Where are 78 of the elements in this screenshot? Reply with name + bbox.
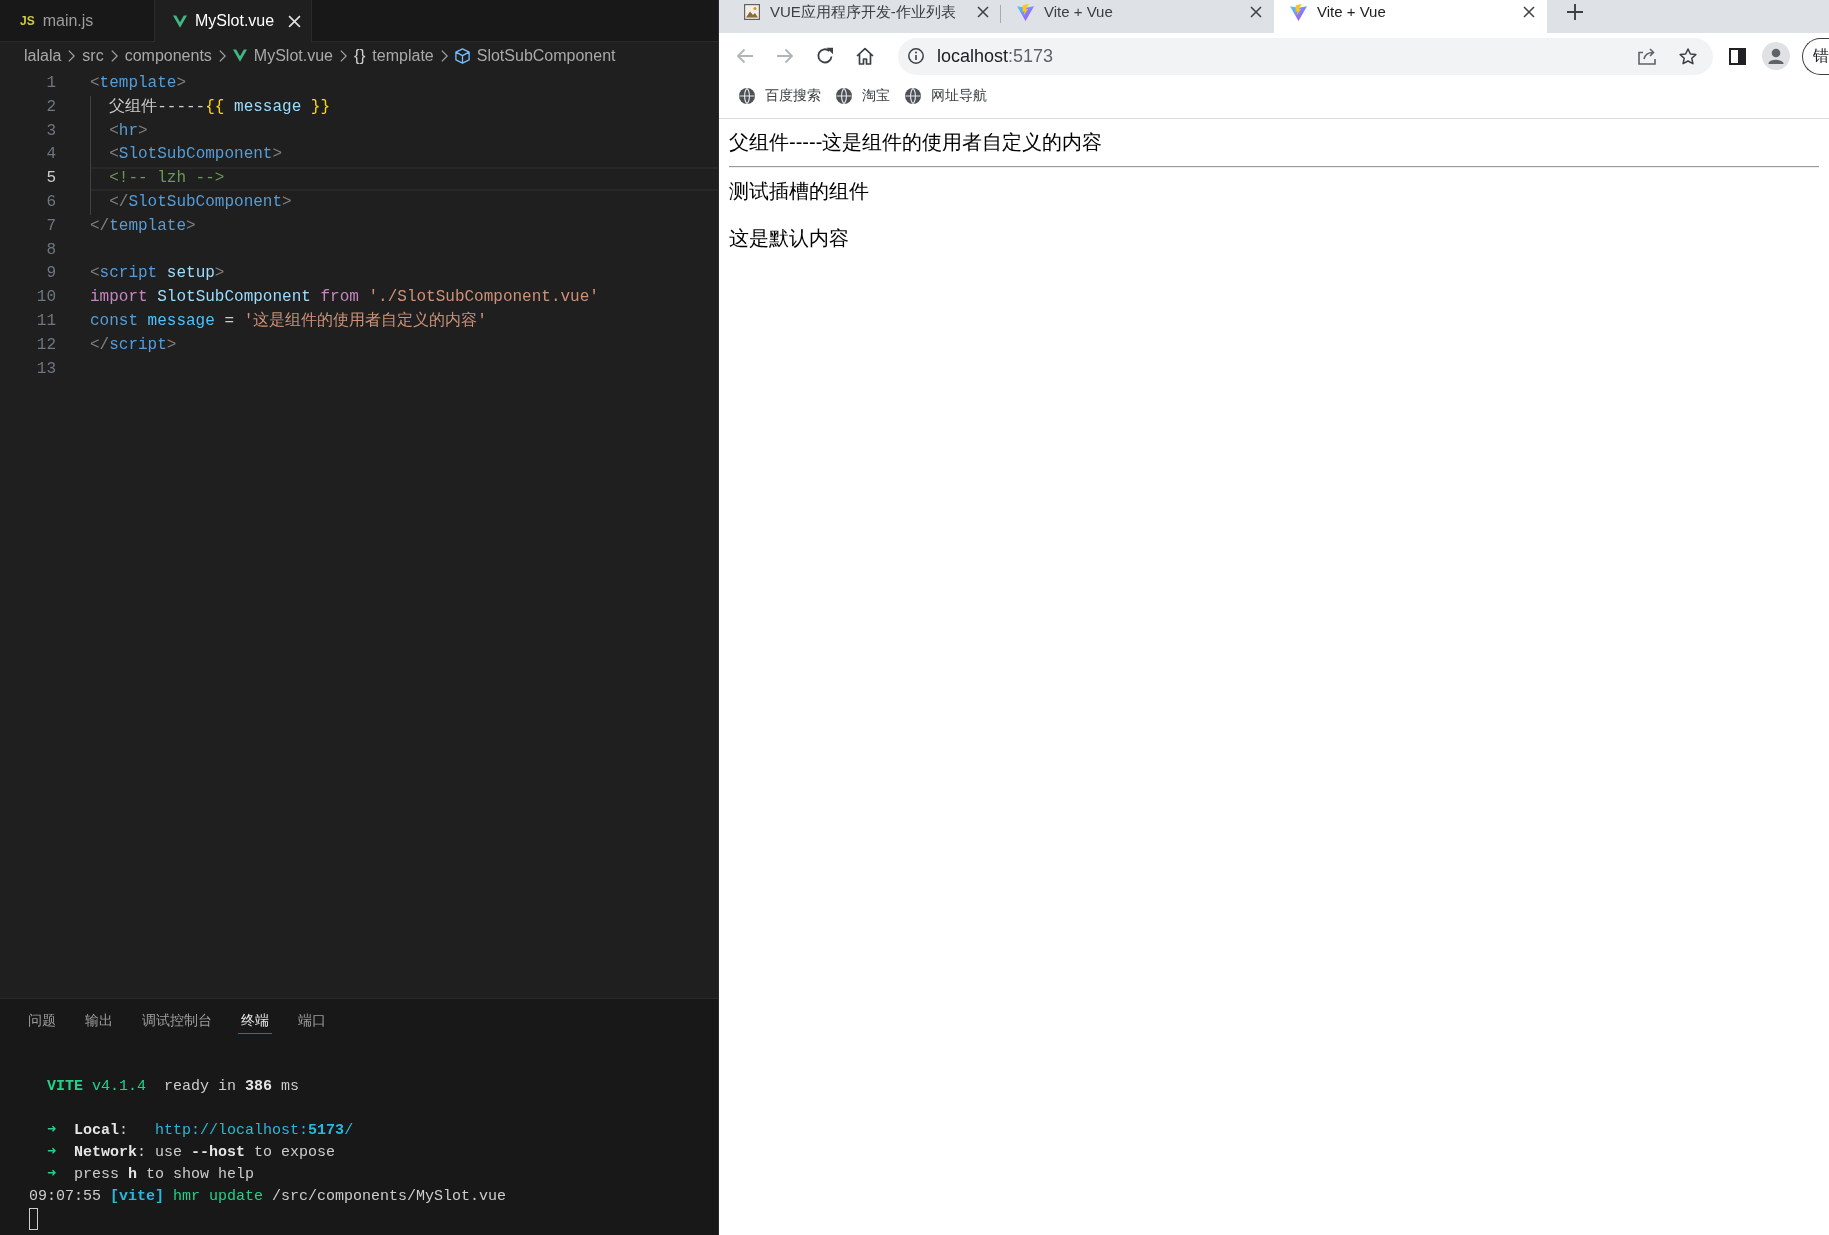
home-icon[interactable] <box>856 47 874 65</box>
address-bar[interactable]: localhost:5173 <box>898 37 1713 75</box>
breadcrumb-item[interactable]: components <box>124 43 212 68</box>
code-line: 父组件-----{{ message }} <box>90 95 331 120</box>
side-panel-icon[interactable] <box>1729 47 1746 65</box>
bookmark-item[interactable]: 网址导航 <box>905 85 987 106</box>
cube-icon <box>454 47 470 64</box>
browser-tab[interactable]: Vite + Vue <box>1274 0 1547 33</box>
close-icon[interactable] <box>977 6 989 18</box>
picture-icon <box>744 4 760 20</box>
bolt-logo-icon <box>1290 3 1307 21</box>
reload-icon[interactable] <box>816 47 834 65</box>
line-number: 5 <box>45 168 56 190</box>
bolt-logo-icon <box>1017 3 1034 21</box>
chevron-right-icon <box>68 49 76 62</box>
chevron-right-icon <box>440 49 448 62</box>
line-number: 13 <box>35 358 56 380</box>
line-number: 12 <box>35 334 56 356</box>
code-line: const message = '这是组件的使用者自定义的内容' <box>90 310 487 332</box>
bookmark-item[interactable]: 淘宝 <box>836 85 890 106</box>
share-icon[interactable] <box>1638 47 1656 65</box>
line-number: 8 <box>45 239 56 261</box>
code-line: <hr> <box>90 119 148 144</box>
line-number: 2 <box>45 96 56 118</box>
panel-tab[interactable]: 调试控制台 <box>139 1011 215 1034</box>
file-type-icon: JS <box>20 14 35 27</box>
star-icon[interactable] <box>1679 47 1697 65</box>
globe-icon <box>739 87 755 104</box>
globe-icon <box>836 87 852 104</box>
page-text: 父组件-----这是组件的使用者自定义的内容 <box>729 130 1103 155</box>
line-number: 6 <box>45 192 56 213</box>
globe-icon <box>905 87 921 104</box>
close-icon[interactable] <box>1250 6 1262 18</box>
code-line: <script setup> <box>90 263 225 285</box>
terminal-line: VITE v4.1.4 ready in 386 ms <box>47 1077 300 1097</box>
line-number: 4 <box>45 144 56 166</box>
editor-tab[interactable]: MySlot.vue <box>155 0 313 42</box>
line-number: 7 <box>45 215 56 237</box>
line-number: 3 <box>45 120 56 142</box>
terminal-line: ➜ Network: use --host to expose <box>47 1143 336 1163</box>
v-logo-icon <box>173 14 187 28</box>
info-icon <box>908 48 924 64</box>
v-logo-icon <box>232 49 247 62</box>
code-line: <template> <box>90 73 187 94</box>
chevron-right-icon <box>218 49 226 62</box>
page-paragraph: 这是默认内容 <box>729 226 849 251</box>
line-number: 11 <box>35 310 56 332</box>
avatar-icon[interactable] <box>1762 42 1790 70</box>
line-number: 1 <box>45 73 56 94</box>
terminal-line: ➜ press h to show help <box>47 1165 255 1185</box>
bookmark-item[interactable]: 百度搜索 <box>739 85 821 106</box>
chevron-right-icon <box>340 49 347 62</box>
code-line: </SlotSubComponent> <box>90 191 292 215</box>
code-line: <SlotSubComponent> <box>90 143 283 168</box>
breadcrumb-item[interactable]: src <box>82 43 104 68</box>
terminal-line: ➜ Local: http://localhost:5173/ <box>47 1121 354 1141</box>
breadcrumb-item[interactable]: SlotSubComponent <box>454 43 616 68</box>
panel-tab[interactable]: 端口 <box>295 1011 329 1034</box>
chevron-right-icon <box>110 49 118 62</box>
panel-tab[interactable]: 问题 <box>25 1011 59 1034</box>
plus-icon[interactable] <box>1567 4 1583 20</box>
code-line: import SlotSubComponent from './SlotSubComponent.vue' <box>90 287 599 309</box>
browser-tab[interactable]: Vite + Vue <box>1001 0 1274 33</box>
close-icon[interactable] <box>1523 6 1535 18</box>
breadcrumb-item[interactable]: MySlot.vue <box>232 43 333 68</box>
panel-tab[interactable]: 输出 <box>82 1011 116 1034</box>
terminal-line: 09:07:55 [vite] hmr update /src/components/MySlot.vue <box>29 1187 507 1207</box>
panel-tab[interactable]: 终端 <box>238 1011 272 1034</box>
code-line: <!-- lzh --> <box>90 167 225 191</box>
breadcrumb-item[interactable]: {} template <box>354 43 434 68</box>
breadcrumb-item[interactable]: lalala <box>24 43 62 68</box>
toolbar-button[interactable]: 错 <box>1802 37 1829 75</box>
line-number: 9 <box>45 263 56 285</box>
code-line: </script> <box>90 334 177 356</box>
page-text: 测试插槽的组件 <box>729 179 869 204</box>
line-number: 10 <box>35 287 56 309</box>
code-line: </template> <box>90 215 196 237</box>
symbol-icon: {} <box>354 47 366 64</box>
